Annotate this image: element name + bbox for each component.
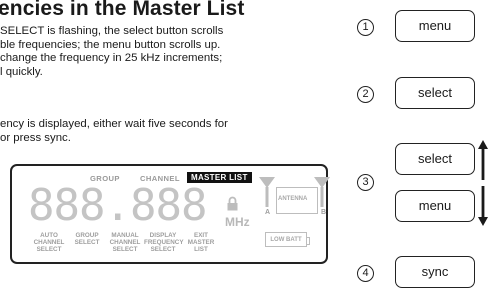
text-line: ble frequencies; the menu button scrolls…	[0, 38, 221, 51]
lcd-frequency-digits: 888.888	[28, 180, 207, 231]
low-battery-indicator: LOW BATT	[265, 232, 310, 247]
lcd-mhz-unit: MHz	[225, 215, 250, 229]
lcd-label-manual-channel: MANUAL CHANNEL SELECT	[109, 232, 141, 254]
section-title: encies in the Master List	[0, 0, 245, 20]
sync-button[interactable]: sync	[395, 256, 475, 288]
lcd-display: GROUP CHANNEL MASTER LIST 888.888 MHz AN…	[10, 164, 330, 264]
instruction-paragraph-2: ency is displayed, either wait five seco…	[0, 118, 228, 145]
lcd-label-auto-channel: AUTO CHANNEL SELECT	[33, 232, 65, 254]
step-4-number: 4	[357, 265, 374, 282]
antenna-label: ANTENNA	[278, 196, 308, 202]
lcd-label-exit-master-list: EXIT MASTER LIST	[187, 232, 215, 254]
arrow-down-icon	[478, 186, 488, 226]
select-button[interactable]: select	[395, 77, 475, 109]
antenna-a-label: A	[265, 209, 271, 216]
menu-button[interactable]: menu	[395, 10, 475, 42]
text-line: or press sync.	[0, 131, 71, 144]
lcd-label-group-select: GROUP SELECT	[74, 232, 100, 247]
select-button-scroll[interactable]: select	[395, 143, 475, 175]
menu-button-scroll[interactable]: menu	[395, 190, 475, 222]
antenna-b-label: B	[321, 209, 327, 216]
step-1-number: 1	[357, 19, 374, 36]
arrow-up-icon	[478, 140, 488, 180]
lcd-mode-labels: AUTO CHANNEL SELECT GROUP SELECT MANUAL CHAN…	[30, 232, 220, 254]
step-3-number: 3	[357, 174, 374, 191]
instruction-paragraph: SELECT is flashing, the select button sc…	[0, 25, 223, 79]
antenna-a-icon	[259, 177, 275, 207]
text-line: change the frequency in 25 kHz increment…	[0, 52, 223, 65]
lcd-label-display-frequency: DISPLAY FREQUENCY SELECT	[144, 232, 184, 254]
lock-icon	[227, 196, 238, 211]
step-2-number: 2	[357, 86, 374, 103]
text-line: SELECT is flashing, the select button sc…	[0, 25, 224, 37]
text-line: ency is displayed, either wait five seco…	[0, 118, 228, 130]
text-line: l quickly.	[0, 65, 43, 78]
